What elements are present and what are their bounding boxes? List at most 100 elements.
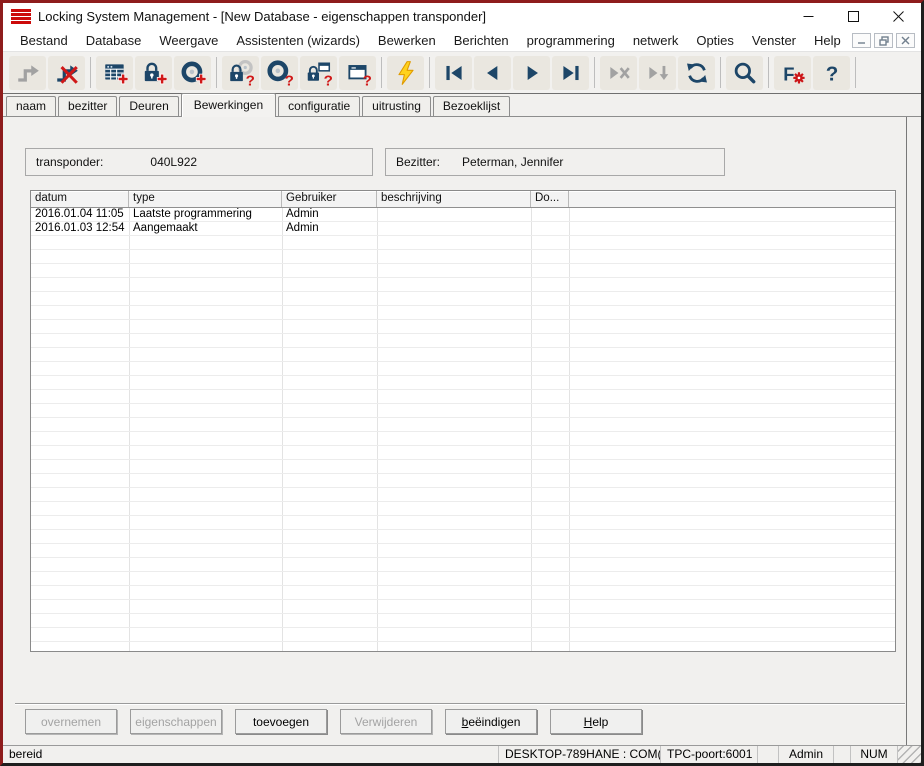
owner-field: Bezitter: Peterman, Jennifer xyxy=(385,148,725,176)
cell-doc xyxy=(531,208,569,222)
mdi-restore-button[interactable] xyxy=(874,33,893,48)
tab-bezoeklijst[interactable]: Bezoeklijst xyxy=(433,96,510,116)
toolbar-separator xyxy=(720,57,721,88)
history-table: datum type Gebruiker beschrijving Do... … xyxy=(30,190,896,652)
svg-text:?: ? xyxy=(825,62,838,85)
menu-database[interactable]: Database xyxy=(77,31,151,50)
footer-buttons: overnemen eigenschappen toevoegen Verwij… xyxy=(25,709,642,734)
menu-berichten[interactable]: Berichten xyxy=(445,31,518,50)
mdi-close-button[interactable] xyxy=(896,33,915,48)
app-window: Locking System Management - [New Databas… xyxy=(0,0,924,766)
minimize-button[interactable] xyxy=(786,3,831,30)
tab-content-bewerkingen: transponder: 040L922 Bezitter: Peterman,… xyxy=(3,117,921,745)
cell-datum: 2016.01.03 12:54 xyxy=(31,222,129,236)
read-transponder-icon[interactable] xyxy=(261,56,298,90)
cell-type: Laatste programmering xyxy=(129,208,282,222)
cell-empty xyxy=(569,222,895,236)
help-icon[interactable]: ? xyxy=(813,56,850,90)
menu-help[interactable]: Help xyxy=(805,31,850,50)
cell-empty xyxy=(569,208,895,222)
mdi-right-border xyxy=(906,117,907,745)
status-spacer xyxy=(757,746,778,763)
resize-grip[interactable] xyxy=(897,746,921,763)
table-row[interactable]: 2016.01.04 11:05 Laatste programmering A… xyxy=(31,208,895,222)
status-spacer xyxy=(833,746,850,763)
menu-assistenten[interactable]: Assistenten (wizards) xyxy=(227,31,369,50)
menu-opties[interactable]: Opties xyxy=(687,31,743,50)
column-header-document[interactable]: Do... xyxy=(531,191,569,207)
menu-netwerk[interactable]: netwerk xyxy=(624,31,688,50)
last-record-icon[interactable] xyxy=(552,56,589,90)
column-header-beschrijving[interactable]: beschrijving xyxy=(377,191,531,207)
column-header-datum[interactable]: datum xyxy=(31,191,129,207)
help-button[interactable]: Help xyxy=(550,709,642,734)
skip-down-icon[interactable] xyxy=(639,56,676,90)
next-record-icon[interactable] xyxy=(513,56,550,90)
cell-datum: 2016.01.04 11:05 xyxy=(31,208,129,222)
table-row[interactable]: 2016.01.03 12:54 Aangemaakt Admin xyxy=(31,222,895,236)
status-num-lock: NUM xyxy=(850,746,897,763)
transponder-label: transponder: xyxy=(36,155,103,169)
verwijderen-button[interactable]: Verwijderen xyxy=(340,709,432,734)
filter-settings-icon[interactable]: F xyxy=(774,56,811,90)
overnemen-button[interactable]: overnemen xyxy=(25,709,117,734)
connect-icon[interactable] xyxy=(9,56,46,90)
svg-text:F: F xyxy=(783,63,794,84)
status-bar: bereid DESKTOP-789HANE : COM(*) TPC-poor… xyxy=(3,745,921,763)
new-lock-icon[interactable] xyxy=(135,56,172,90)
tab-naam[interactable]: naam xyxy=(6,96,56,116)
close-button[interactable] xyxy=(876,3,921,30)
column-header-empty[interactable] xyxy=(569,191,895,207)
column-header-type[interactable]: type xyxy=(129,191,282,207)
column-header-gebruiker[interactable]: Gebruiker xyxy=(282,191,377,207)
first-record-icon[interactable] xyxy=(435,56,472,90)
title-bar: Locking System Management - [New Databas… xyxy=(3,3,921,30)
search-icon[interactable] xyxy=(726,56,763,90)
table-body: 2016.01.04 11:05 Laatste programmering A… xyxy=(31,208,895,651)
toevoegen-button[interactable]: toevoegen xyxy=(235,709,327,734)
status-host: DESKTOP-789HANE : COM(*) xyxy=(498,746,660,763)
read-window-icon[interactable] xyxy=(339,56,376,90)
eigenschappen-button[interactable]: eigenschappen xyxy=(130,709,222,734)
cell-gebruiker: Admin xyxy=(282,208,377,222)
cell-gebruiker: Admin xyxy=(282,222,377,236)
maximize-button[interactable] xyxy=(831,3,876,30)
toolbar-separator xyxy=(381,57,382,88)
tab-uitrusting[interactable]: uitrusting xyxy=(362,96,431,116)
tab-configuratie[interactable]: configuratie xyxy=(278,96,360,116)
status-port: TPC-poort:6001 xyxy=(660,746,757,763)
beeindigen-button[interactable]: beëindigen xyxy=(445,709,537,734)
tab-bewerkingen[interactable]: Bewerkingen xyxy=(181,93,276,117)
toolbar-separator xyxy=(216,57,217,88)
new-matrix-icon[interactable] xyxy=(96,56,133,90)
toolbar-separator xyxy=(594,57,595,88)
menu-bestand[interactable]: Bestand xyxy=(11,31,77,50)
skip-cross-icon[interactable] xyxy=(600,56,637,90)
toolbar-separator xyxy=(855,57,856,88)
table-header: datum type Gebruiker beschrijving Do... xyxy=(31,191,895,208)
menu-bewerken[interactable]: Bewerken xyxy=(369,31,445,50)
menu-weergave[interactable]: Weergave xyxy=(150,31,227,50)
menu-programmering[interactable]: programmering xyxy=(518,31,624,50)
program-icon[interactable] xyxy=(387,56,424,90)
status-state: bereid xyxy=(3,746,498,763)
previous-record-icon[interactable] xyxy=(474,56,511,90)
toolbar-separator xyxy=(768,57,769,88)
read-lock-icon[interactable] xyxy=(222,56,259,90)
status-user: Admin xyxy=(778,746,833,763)
cell-doc xyxy=(531,222,569,236)
tab-deuren[interactable]: Deuren xyxy=(119,96,178,116)
owner-label: Bezitter: xyxy=(396,155,440,169)
toolbar-separator xyxy=(429,57,430,88)
window-title: Locking System Management - [New Databas… xyxy=(38,9,486,24)
mdi-minimize-button[interactable] xyxy=(852,33,871,48)
disconnect-icon[interactable] xyxy=(48,56,85,90)
read-lock-remote-icon[interactable] xyxy=(300,56,337,90)
tab-strip: naam bezitter Deuren Bewerkingen configu… xyxy=(3,94,921,117)
transponder-value: 040L922 xyxy=(150,155,197,169)
toolbar-separator xyxy=(90,57,91,88)
menu-venster[interactable]: Venster xyxy=(743,31,805,50)
tab-bezitter[interactable]: bezitter xyxy=(58,96,117,116)
refresh-icon[interactable] xyxy=(678,56,715,90)
new-transponder-icon[interactable] xyxy=(174,56,211,90)
